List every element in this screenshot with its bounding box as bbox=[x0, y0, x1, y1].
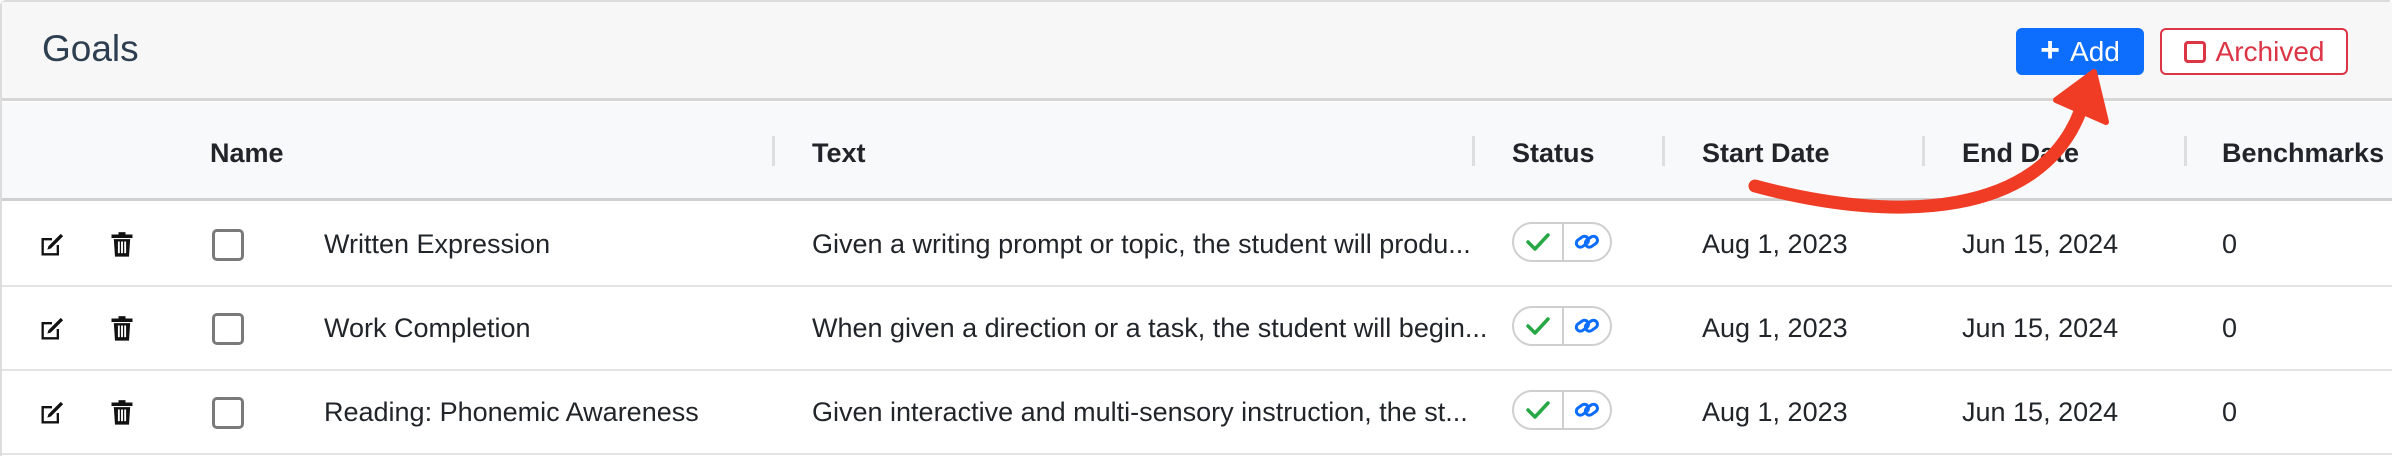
row-select-checkbox[interactable] bbox=[212, 397, 244, 429]
link-icon bbox=[1574, 318, 1599, 333]
goal-text: Given interactive and multi-sensory inst… bbox=[812, 396, 1468, 427]
column-header-start-date[interactable]: Start Date bbox=[1702, 138, 1830, 169]
column-header-text[interactable]: Text bbox=[812, 138, 866, 169]
column-header-name[interactable]: Name bbox=[210, 138, 284, 169]
add-button-label: Add bbox=[2070, 35, 2120, 67]
status-link-button[interactable] bbox=[1562, 224, 1610, 260]
column-header-end-date[interactable]: End Date bbox=[1962, 138, 2079, 169]
table-header: Name Text Status Start Date End Date Ben… bbox=[2, 102, 2392, 201]
page-title: Goals bbox=[42, 28, 139, 69]
table-row: Written Expression Given a writing promp… bbox=[2, 203, 2392, 287]
row-select-checkbox[interactable] bbox=[212, 229, 244, 261]
column-resizer[interactable] bbox=[772, 136, 775, 166]
goal-text: Given a writing prompt or topic, the stu… bbox=[812, 228, 1471, 259]
link-icon bbox=[1574, 234, 1599, 249]
goal-name: Work Completion bbox=[324, 312, 531, 343]
panel-header: Goals + Add Archived bbox=[2, 2, 2392, 101]
edit-icon[interactable] bbox=[38, 231, 66, 259]
row-select-checkbox[interactable] bbox=[212, 313, 244, 345]
column-resizer[interactable] bbox=[1922, 136, 1925, 166]
column-header-status[interactable]: Status bbox=[1512, 138, 1595, 169]
trash-icon[interactable] bbox=[108, 315, 136, 343]
add-button[interactable]: + Add bbox=[2016, 28, 2144, 75]
status-toggle bbox=[1512, 222, 1612, 262]
start-date: Aug 1, 2023 bbox=[1702, 312, 1848, 343]
goal-text: When given a direction or a task, the st… bbox=[812, 312, 1488, 343]
trash-icon[interactable] bbox=[108, 399, 136, 427]
benchmarks-count: 0 bbox=[2222, 228, 2238, 259]
check-icon bbox=[1526, 233, 1550, 251]
end-date: Jun 15, 2024 bbox=[1962, 312, 2119, 343]
plus-icon: + bbox=[2040, 31, 2061, 69]
start-date: Aug 1, 2023 bbox=[1702, 228, 1848, 259]
benchmarks-count: 0 bbox=[2222, 396, 2238, 427]
trash-icon[interactable] bbox=[108, 231, 136, 259]
benchmarks-count: 0 bbox=[2222, 312, 2238, 343]
column-header-benchmarks[interactable]: Benchmarks bbox=[2222, 138, 2384, 169]
goal-name: Reading: Phonemic Awareness bbox=[324, 396, 699, 427]
square-icon bbox=[2183, 40, 2206, 63]
status-ok-button[interactable] bbox=[1514, 392, 1562, 428]
column-resizer[interactable] bbox=[2184, 136, 2187, 166]
table-row: Work Completion When given a direction o… bbox=[2, 287, 2392, 371]
edit-icon[interactable] bbox=[38, 399, 66, 427]
archived-toggle-button[interactable]: Archived bbox=[2160, 28, 2348, 75]
goal-name: Written Expression bbox=[324, 228, 551, 259]
status-ok-button[interactable] bbox=[1514, 224, 1562, 260]
column-resizer[interactable] bbox=[1662, 136, 1665, 166]
end-date: Jun 15, 2024 bbox=[1962, 228, 2119, 259]
check-icon bbox=[1526, 317, 1550, 335]
edit-icon[interactable] bbox=[38, 315, 66, 343]
archived-button-label: Archived bbox=[2215, 35, 2325, 67]
status-ok-button[interactable] bbox=[1514, 308, 1562, 344]
status-link-button[interactable] bbox=[1562, 392, 1610, 428]
status-toggle bbox=[1512, 390, 1612, 430]
status-toggle bbox=[1512, 306, 1612, 346]
goals-panel: Goals + Add Archived Name Text Status St… bbox=[0, 0, 2392, 456]
column-resizer[interactable] bbox=[1472, 136, 1475, 166]
link-icon bbox=[1574, 402, 1599, 417]
table-row: Reading: Phonemic Awareness Given intera… bbox=[2, 371, 2392, 455]
end-date: Jun 15, 2024 bbox=[1962, 396, 2119, 427]
status-link-button[interactable] bbox=[1562, 308, 1610, 344]
check-icon bbox=[1526, 401, 1550, 419]
start-date: Aug 1, 2023 bbox=[1702, 396, 1848, 427]
